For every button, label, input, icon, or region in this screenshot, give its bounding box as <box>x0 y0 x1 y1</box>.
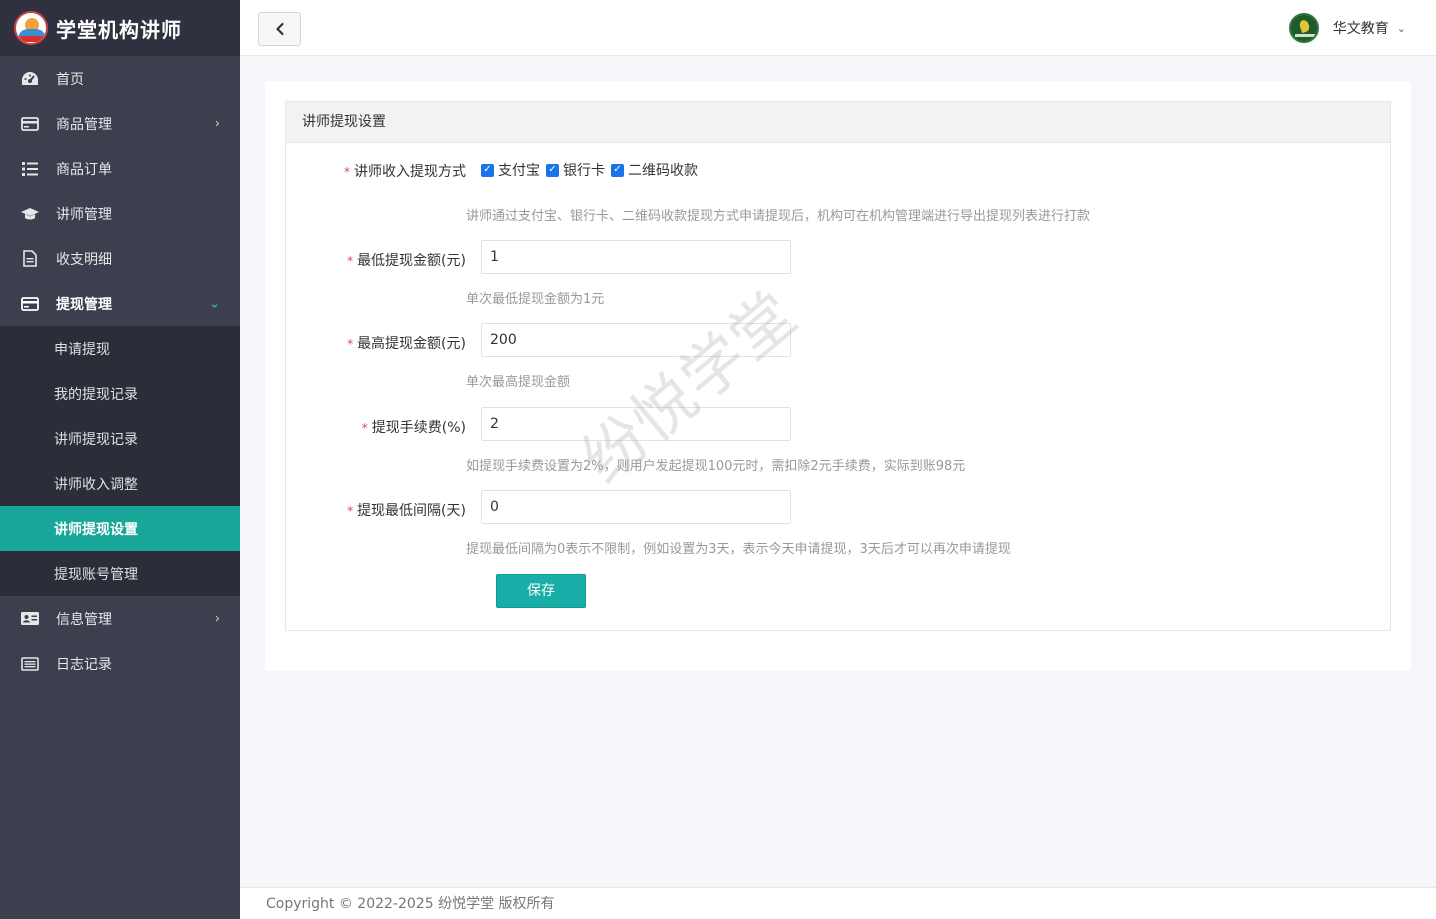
topbar: 华文教育 ⌄ <box>240 0 1436 56</box>
sidebar-item-products[interactable]: 商品管理 › <box>0 101 240 146</box>
graduation-cap-icon <box>20 204 40 224</box>
sidebar-item-label: 讲师管理 <box>56 206 112 223</box>
sidebar-subitem-lecturer-income-adjust[interactable]: 讲师收入调整 <box>0 461 240 506</box>
user-menu[interactable]: 华文教育 ⌄ <box>1288 12 1406 44</box>
method-checkbox-group: ✓ 支付宝 ✓ 银行卡 ✓ 二维码收款 <box>481 160 704 180</box>
fee-hint: 如提现手续费设置为2%，则用户发起提现100元时，需扣除2元手续费，实际到账98… <box>466 459 966 474</box>
interval-label: * 提现最低间隔(天) <box>347 503 466 519</box>
sidebar-item-label: 商品管理 <box>56 116 112 133</box>
fee-input[interactable]: 2 <box>481 407 791 441</box>
sidebar-item-label: 首页 <box>56 71 84 88</box>
sidebar-subitem-withdraw-accounts[interactable]: 提现账号管理 <box>0 551 240 596</box>
sidebar-menu-lower: 信息管理 › 日志记录 <box>0 596 240 686</box>
max-amount-input[interactable]: 200 <box>481 323 791 357</box>
min-amount-hint: 单次最低提现金额为1元 <box>466 292 605 307</box>
sidebar: 学堂机构讲师 首页 商品管理 › 商品订单 讲师管理 收支明细 提现管理 ⌄ 申… <box>0 0 240 919</box>
sidebar-item-label: 提现管理 <box>56 296 112 313</box>
sidebar-item-label: 日志记录 <box>56 656 112 673</box>
qrcode-label: 二维码收款 <box>628 163 698 179</box>
list-icon <box>20 159 40 179</box>
max-amount-hint: 单次最高提现金额 <box>466 375 571 390</box>
brand-logo-icon <box>14 11 48 45</box>
sidebar-subitem-my-withdraw-records[interactable]: 我的提现记录 <box>0 371 240 416</box>
sidebar-menu: 首页 商品管理 › 商品订单 讲师管理 收支明细 提现管理 ⌄ <box>0 56 240 326</box>
chevron-right-icon: › <box>214 611 220 626</box>
bankcard-label: 银行卡 <box>563 163 605 179</box>
id-card-icon <box>20 609 40 629</box>
card-icon <box>20 294 40 314</box>
dashboard-icon <box>20 69 40 89</box>
alipay-label: 支付宝 <box>498 163 540 179</box>
sidebar-item-finance[interactable]: 收支明细 <box>0 236 240 281</box>
app-title: 学堂机构讲师 <box>56 17 182 42</box>
withdraw-submenu: 申请提现 我的提现记录 讲师提现记录 讲师收入调整 讲师提现设置 提现账号管理 <box>0 326 240 596</box>
sidebar-item-withdraw[interactable]: 提现管理 ⌄ <box>0 281 240 326</box>
method-hint: 讲师通过支付宝、银行卡、二维码收款提现方式申请提现后，机构可在机构管理端进行导出… <box>466 209 1091 224</box>
sidebar-item-orders[interactable]: 商品订单 <box>0 146 240 191</box>
bankcard-checkbox[interactable]: ✓ <box>546 163 559 177</box>
sidebar-item-home[interactable]: 首页 <box>0 56 240 101</box>
sidebar-item-label: 信息管理 <box>56 611 112 628</box>
chevron-down-icon: ⌄ <box>1396 21 1406 35</box>
interval-hint: 提现最低间隔为0表示不限制，例如设置为3天，表示今天申请提现，3天后才可以再次申… <box>466 542 1011 557</box>
document-icon <box>20 249 40 269</box>
footer-copyright: Copyright © 2022-2025 纷悦学堂 版权所有 <box>240 887 1436 919</box>
fee-label: * 提现手续费(%) <box>361 420 466 436</box>
avatar <box>1288 13 1319 43</box>
card-icon <box>20 114 40 134</box>
sidebar-item-info[interactable]: 信息管理 › <box>0 596 240 641</box>
max-amount-label: * 最高提现金额(元) <box>347 336 466 352</box>
save-button[interactable]: 保存 <box>496 574 586 608</box>
min-amount-label: * 最低提现金额(元) <box>347 253 466 269</box>
chevron-down-icon: ⌄ <box>209 296 220 311</box>
sidebar-item-label: 商品订单 <box>56 161 112 178</box>
panel-title: 讲师提现设置 <box>286 102 1390 143</box>
settings-panel: 讲师提现设置 * 讲师收入提现方式 ✓ 支付宝 ✓ 银行卡 ✓ 二维码收款 讲师通… <box>285 101 1391 631</box>
back-button[interactable] <box>258 12 301 46</box>
method-label: * 讲师收入提现方式 <box>344 164 466 180</box>
brand[interactable]: 学堂机构讲师 <box>0 0 240 56</box>
sidebar-item-label: 收支明细 <box>56 251 112 268</box>
chevron-left-icon <box>275 22 284 36</box>
log-icon <box>20 654 40 674</box>
sidebar-subitem-lecturer-withdraw-settings[interactable]: 讲师提现设置 <box>0 506 240 551</box>
interval-input[interactable]: 0 <box>481 490 791 524</box>
chevron-right-icon: › <box>214 116 220 131</box>
sidebar-subitem-apply-withdraw[interactable]: 申请提现 <box>0 326 240 371</box>
user-name: 华文教育 <box>1332 21 1389 37</box>
min-amount-input[interactable]: 1 <box>481 240 791 274</box>
content-card: 讲师提现设置 * 讲师收入提现方式 ✓ 支付宝 ✓ 银行卡 ✓ 二维码收款 讲师通… <box>265 81 1411 671</box>
qrcode-checkbox[interactable]: ✓ <box>611 163 624 177</box>
sidebar-item-lecturers[interactable]: 讲师管理 <box>0 191 240 236</box>
alipay-checkbox[interactable]: ✓ <box>481 163 494 177</box>
sidebar-subitem-lecturer-withdraw-records[interactable]: 讲师提现记录 <box>0 416 240 461</box>
sidebar-item-logs[interactable]: 日志记录 <box>0 641 240 686</box>
